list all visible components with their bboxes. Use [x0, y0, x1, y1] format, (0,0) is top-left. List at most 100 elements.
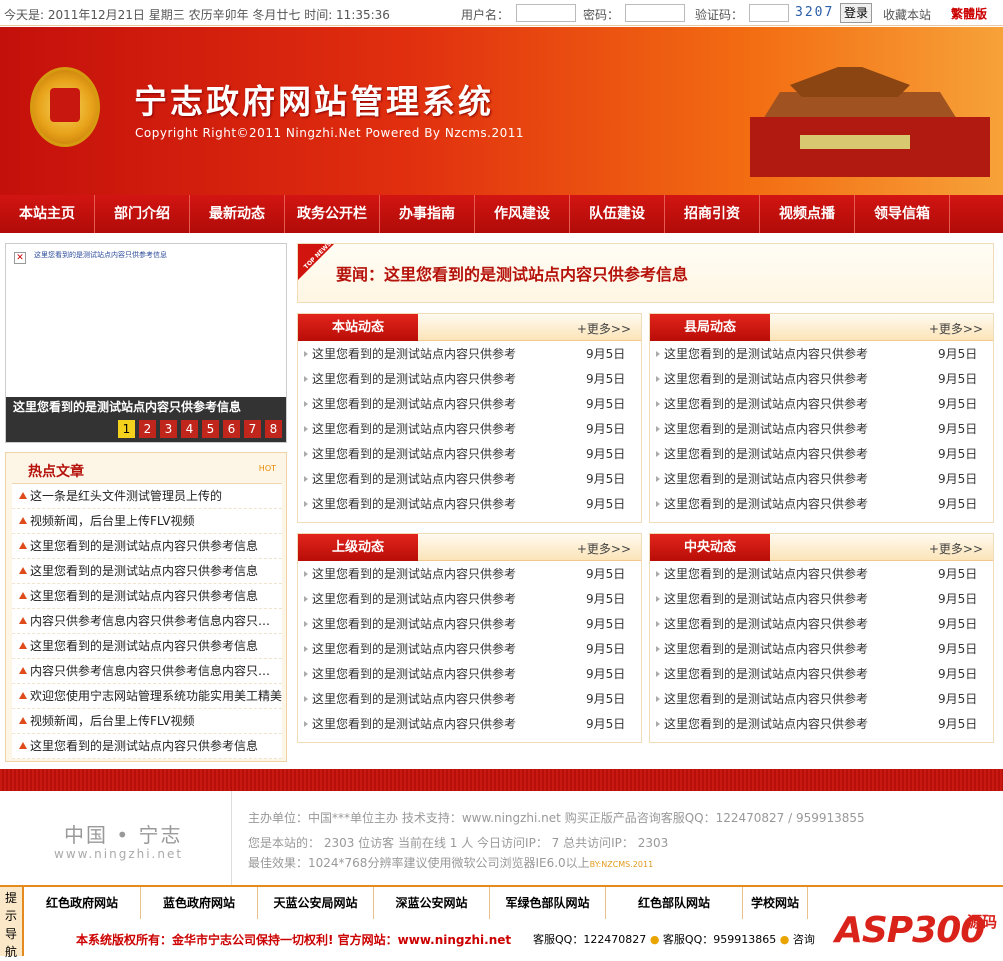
traditional-chinese-link[interactable]: 繁體版	[951, 5, 987, 22]
slider-page-button[interactable]: 7	[244, 420, 261, 438]
news-item[interactable]: 这里您看到的是测试站点内容只供参考 9月5日	[650, 637, 993, 662]
slider-page-button[interactable]: 3	[160, 420, 177, 438]
quick-link[interactable]: 学校网站	[743, 887, 808, 919]
hot-article-item[interactable]: 这里您看到的是测试站点内容只供参考信息	[12, 634, 282, 659]
news-item-title[interactable]: 这里您看到的是测试站点内容只供参考	[312, 342, 516, 367]
news-item[interactable]: 这里您看到的是测试站点内容只供参考 9月5日	[650, 417, 993, 442]
news-item-title[interactable]: 这里您看到的是测试站点内容只供参考	[312, 492, 516, 517]
news-item-title[interactable]: 这里您看到的是测试站点内容只供参考	[664, 442, 868, 467]
hot-article-item[interactable]: 视频新闻，后台里上传FLV视频	[12, 509, 282, 534]
news-item-title[interactable]: 这里您看到的是测试站点内容只供参考	[664, 342, 868, 367]
favorite-link[interactable]: 收藏本站	[883, 6, 931, 23]
password-input[interactable]	[625, 4, 685, 22]
news-item-title[interactable]: 这里您看到的是测试站点内容只供参考	[664, 612, 868, 637]
hot-article-item[interactable]: 视频新闻，后台里上传FLV视频	[12, 709, 282, 734]
news-item-title[interactable]: 这里您看到的是测试站点内容只供参考	[312, 392, 516, 417]
headline-text[interactable]: 要闻：这里您看到的是测试站点内容只供参考信息	[336, 261, 688, 285]
nav-item[interactable]: 最新动态	[190, 195, 285, 233]
nav-item[interactable]: 领导信箱	[855, 195, 950, 233]
news-item[interactable]: 这里您看到的是测试站点内容只供参考 9月5日	[298, 442, 641, 467]
news-item-title[interactable]: 这里您看到的是测试站点内容只供参考	[312, 562, 516, 587]
hot-article-item[interactable]: 欢迎您使用宁志网站管理系统功能实用美工精美	[12, 684, 282, 709]
quick-link[interactable]: 军绿色部队网站	[490, 887, 606, 919]
hot-article-item[interactable]: 这里您看到的是测试站点内容只供参考信息	[12, 734, 282, 759]
nav-item[interactable]: 视频点播	[760, 195, 855, 233]
news-item-title[interactable]: 这里您看到的是测试站点内容只供参考	[312, 687, 516, 712]
news-item-title[interactable]: 这里您看到的是测试站点内容只供参考	[664, 562, 868, 587]
hot-article-item[interactable]: 内容只供参考信息内容只供参考信息内容只供参考信息	[12, 659, 282, 684]
news-item-title[interactable]: 这里您看到的是测试站点内容只供参考	[312, 367, 516, 392]
news-item-title[interactable]: 这里您看到的是测试站点内容只供参考	[664, 587, 868, 612]
more-link[interactable]: +更多>>	[577, 540, 631, 557]
news-item[interactable]: 这里您看到的是测试站点内容只供参考 9月5日	[650, 562, 993, 587]
news-item-title[interactable]: 这里您看到的是测试站点内容只供参考	[664, 687, 868, 712]
news-item-title[interactable]: 这里您看到的是测试站点内容只供参考	[312, 612, 516, 637]
news-item[interactable]: 这里您看到的是测试站点内容只供参考 9月5日	[650, 392, 993, 417]
more-link[interactable]: +更多>>	[929, 540, 983, 557]
hot-article-item[interactable]: 这里您看到的是测试站点内容只供参考信息	[12, 584, 282, 609]
news-item-title[interactable]: 这里您看到的是测试站点内容只供参考	[312, 712, 516, 737]
news-item[interactable]: 这里您看到的是测试站点内容只供参考 9月5日	[298, 712, 641, 737]
news-item[interactable]: 这里您看到的是测试站点内容只供参考 9月5日	[298, 612, 641, 637]
news-item[interactable]: 这里您看到的是测试站点内容只供参考 9月5日	[298, 492, 641, 517]
slider-page-button[interactable]: 8	[265, 420, 282, 438]
news-item[interactable]: 这里您看到的是测试站点内容只供参考 9月5日	[298, 467, 641, 492]
hot-article-item[interactable]: 内容只供参考信息内容只供参考信息内容只供参考信息	[12, 609, 282, 634]
news-item[interactable]: 这里您看到的是测试站点内容只供参考 9月5日	[298, 587, 641, 612]
qq-contact-2[interactable]: 客服QQ：959913865	[663, 933, 776, 946]
news-item[interactable]: 这里您看到的是测试站点内容只供参考 9月5日	[650, 342, 993, 367]
captcha-image[interactable]: 3207	[795, 5, 834, 20]
news-item[interactable]: 这里您看到的是测试站点内容只供参考 9月5日	[650, 712, 993, 737]
news-item[interactable]: 这里您看到的是测试站点内容只供参考 9月5日	[298, 562, 641, 587]
news-item-title[interactable]: 这里您看到的是测试站点内容只供参考	[312, 442, 516, 467]
news-item-title[interactable]: 这里您看到的是测试站点内容只供参考	[664, 417, 868, 442]
slider-caption[interactable]: 这里您看到的是测试站点内容只供参考信息	[6, 397, 286, 417]
news-item[interactable]: 这里您看到的是测试站点内容只供参考 9月5日	[650, 367, 993, 392]
hot-article-item[interactable]: 这里您看到的是测试站点内容只供参考信息	[12, 534, 282, 559]
news-item[interactable]: 这里您看到的是测试站点内容只供参考 9月5日	[650, 587, 993, 612]
news-box-title[interactable]: 中央动态	[650, 534, 770, 561]
slider-page-button[interactable]: 1	[118, 420, 135, 438]
username-input[interactable]	[516, 4, 576, 22]
nav-item[interactable]: 本站主页	[0, 195, 95, 233]
news-box-title[interactable]: 县局动态	[650, 314, 770, 341]
news-item[interactable]: 这里您看到的是测试站点内容只供参考 9月5日	[650, 612, 993, 637]
news-item-title[interactable]: 这里您看到的是测试站点内容只供参考	[664, 467, 868, 492]
nav-item[interactable]: 办事指南	[380, 195, 475, 233]
news-item-title[interactable]: 这里您看到的是测试站点内容只供参考	[312, 587, 516, 612]
news-item-title[interactable]: 这里您看到的是测试站点内容只供参考	[664, 367, 868, 392]
news-item[interactable]: 这里您看到的是测试站点内容只供参考 9月5日	[298, 392, 641, 417]
news-item-title[interactable]: 这里您看到的是测试站点内容只供参考	[312, 637, 516, 662]
news-item[interactable]: 这里您看到的是测试站点内容只供参考 9月5日	[650, 442, 993, 467]
news-item-title[interactable]: 这里您看到的是测试站点内容只供参考	[312, 662, 516, 687]
news-box-title[interactable]: 上级动态	[298, 534, 418, 561]
news-item[interactable]: 这里您看到的是测试站点内容只供参考 9月5日	[298, 637, 641, 662]
consult-link[interactable]: 咨询	[793, 933, 815, 946]
more-link[interactable]: +更多>>	[577, 320, 631, 337]
slider-page-button[interactable]: 6	[223, 420, 240, 438]
quick-link[interactable]: 天蓝公安局网站	[258, 887, 374, 919]
news-item-title[interactable]: 这里您看到的是测试站点内容只供参考	[664, 712, 868, 737]
news-item-title[interactable]: 这里您看到的是测试站点内容只供参考	[664, 492, 868, 517]
news-item-title[interactable]: 这里您看到的是测试站点内容只供参考	[312, 417, 516, 442]
slider-page-button[interactable]: 2	[139, 420, 156, 438]
nav-item[interactable]: 部门介绍	[95, 195, 190, 233]
hot-article-item[interactable]: 这里您看到的是测试站点内容只供参考信息	[12, 559, 282, 584]
nav-item[interactable]: 政务公开栏	[285, 195, 380, 233]
quick-link[interactable]: 蓝色政府网站	[141, 887, 258, 919]
news-item[interactable]: 这里您看到的是测试站点内容只供参考 9月5日	[298, 417, 641, 442]
news-item[interactable]: 这里您看到的是测试站点内容只供参考 9月5日	[298, 367, 641, 392]
quick-link[interactable]: 红色政府网站	[24, 887, 141, 919]
news-item[interactable]: 这里您看到的是测试站点内容只供参考 9月5日	[650, 467, 993, 492]
nav-item[interactable]: 招商引资	[665, 195, 760, 233]
news-item[interactable]: 这里您看到的是测试站点内容只供参考 9月5日	[650, 687, 993, 712]
news-item-title[interactable]: 这里您看到的是测试站点内容只供参考	[664, 662, 868, 687]
slider-page-button[interactable]: 4	[181, 420, 198, 438]
hot-article-item[interactable]: 这一条是红头文件测试管理员上传的	[12, 484, 282, 509]
captcha-input[interactable]	[749, 4, 789, 22]
news-box-title[interactable]: 本站动态	[298, 314, 418, 341]
news-item[interactable]: 这里您看到的是测试站点内容只供参考 9月5日	[298, 662, 641, 687]
image-slider[interactable]: ✕ 这里您看到的是测试站点内容只供参考信息 这里您看到的是测试站点内容只供参考信…	[5, 243, 287, 443]
quick-link[interactable]: 红色部队网站	[606, 887, 743, 919]
qq-contact-1[interactable]: 客服QQ：122470827	[533, 933, 646, 946]
